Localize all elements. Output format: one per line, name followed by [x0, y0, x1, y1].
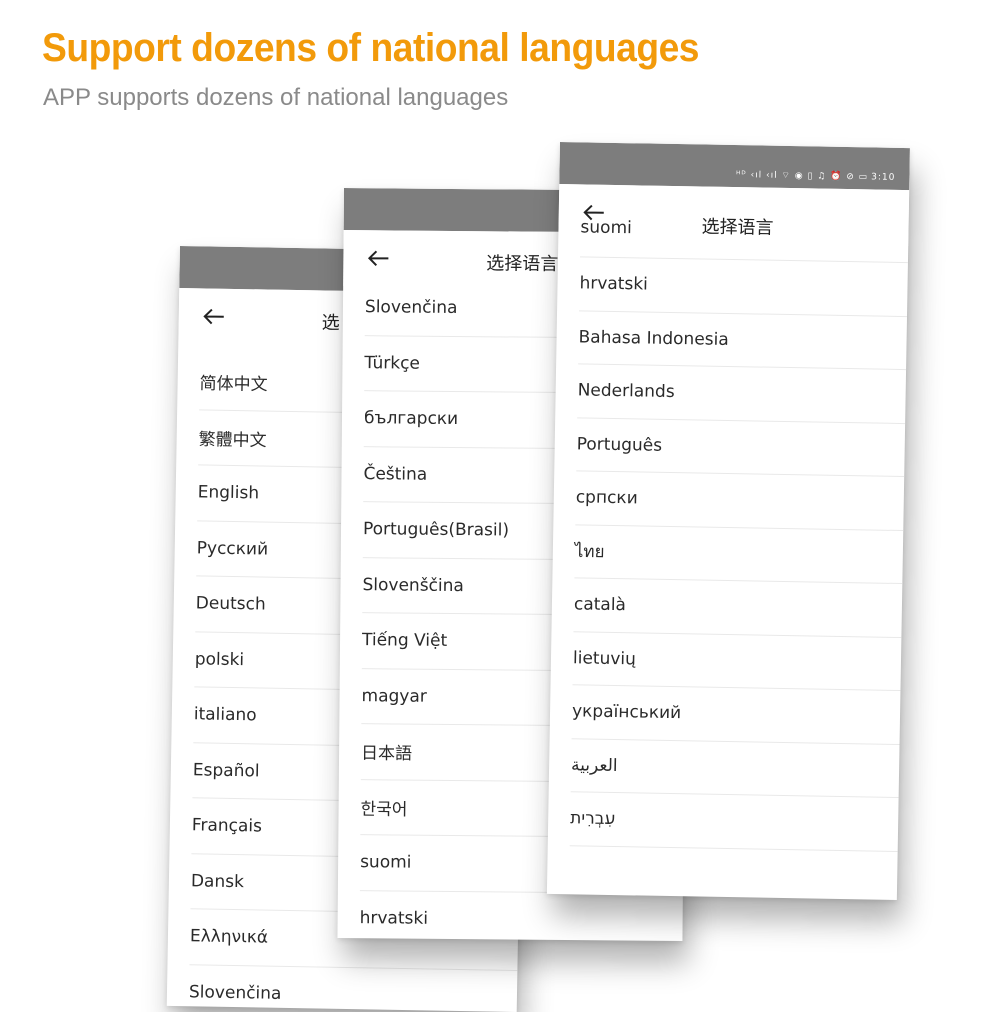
language-label: العربية — [570, 755, 618, 776]
language-item[interactable]: Slovenčina — [188, 964, 518, 1012]
language-label: hrvatski — [359, 907, 429, 929]
language-item[interactable]: català — [573, 578, 903, 638]
language-item[interactable]: hrvatski — [359, 890, 683, 941]
language-item[interactable]: український — [571, 685, 901, 745]
language-label: 한국어 — [360, 799, 408, 820]
language-label: Deutsch — [195, 593, 266, 615]
language-list: suomi hrvatski Bahasa Indonesia Nederlan… — [548, 217, 909, 852]
screen-title: 选择语言 — [486, 253, 559, 275]
language-label: català — [573, 594, 627, 616]
clock: 3:10 — [871, 172, 896, 183]
language-label: English — [197, 482, 260, 504]
language-label: lietuvių — [572, 648, 637, 670]
language-label: Slovenčina — [364, 297, 458, 319]
language-label: Bahasa Indonesia — [578, 327, 729, 350]
screen-title: 选 — [321, 312, 340, 334]
language-label: Français — [191, 815, 263, 837]
language-item[interactable]: Nederlands — [577, 364, 907, 424]
language-item[interactable]: српски — [575, 471, 905, 531]
back-arrow-icon[interactable] — [367, 250, 389, 266]
language-label: український — [571, 701, 682, 724]
language-label: Dansk — [190, 871, 245, 892]
language-item[interactable]: hrvatski — [579, 257, 908, 317]
language-label: hrvatski — [579, 273, 649, 295]
status-icon-row: ᴴᴰ ‹ıl ‹ıl ⌔ ◉ ▯ ♫ ⏰ ⊘ ▭ — [735, 170, 869, 183]
language-label: עִבְרִית — [570, 808, 616, 830]
language-label: Slovenčina — [188, 982, 282, 1004]
language-item[interactable]: العربية — [570, 738, 900, 799]
language-item[interactable]: ไทย — [574, 524, 904, 585]
language-label: српски — [575, 487, 638, 509]
language-label: Čeština — [363, 463, 428, 485]
phone-screen-3: ᴴᴰ ‹ıl ‹ıl ⌔ ◉ ▯ ♫ ⏰ ⊘ ▭ 3:10 选择语言 suomi … — [546, 142, 910, 900]
language-label: italiano — [193, 704, 257, 726]
language-item[interactable]: Português — [576, 417, 906, 478]
language-label: Tiếng Việt — [361, 630, 448, 652]
language-label: Slovenščina — [362, 574, 464, 596]
status-icons: ᴴᴰ ‹ıl ‹ıl ⌔ ◉ ▯ ♫ ⏰ ⊘ ▭ 3:10 — [736, 169, 896, 183]
language-label: 繁體中文 — [198, 429, 267, 451]
language-label: Türkçe — [364, 352, 421, 374]
language-label: български — [363, 408, 459, 430]
language-label: 日本語 — [360, 743, 413, 765]
language-label: ไทย — [574, 541, 605, 563]
language-item[interactable]: Bahasa Indonesia — [578, 310, 908, 371]
language-label: 简体中文 — [199, 374, 268, 396]
status-bar: ᴴᴰ ‹ıl ‹ıl ⌔ ◉ ▯ ♫ ⏰ ⊘ ▭ 3:10 — [559, 142, 910, 191]
language-label: magyar — [361, 685, 427, 707]
language-label: Nederlands — [577, 380, 675, 403]
language-label: Español — [192, 760, 260, 782]
back-arrow-icon[interactable] — [203, 308, 225, 325]
language-item[interactable]: lietuvių — [572, 631, 902, 692]
language-label: Português(Brasil) — [362, 519, 510, 541]
language-label: suomi — [360, 852, 412, 873]
language-label: polski — [194, 649, 245, 670]
page-headline: Support dozens of national languages — [42, 26, 700, 70]
language-item[interactable]: suomi — [579, 217, 909, 264]
language-label: Ελληνικά — [189, 926, 269, 948]
language-item[interactable]: עִבְרִית — [569, 792, 899, 852]
language-label: Русский — [196, 538, 269, 560]
language-label: suomi — [580, 217, 633, 239]
language-label: Português — [576, 434, 663, 456]
page-subtitle: APP supports dozens of national language… — [43, 84, 509, 111]
